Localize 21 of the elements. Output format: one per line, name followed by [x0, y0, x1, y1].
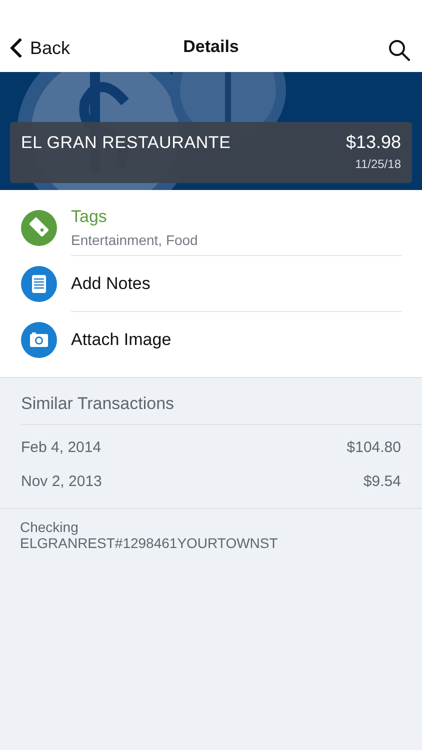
transaction-amount: $9.54 — [363, 473, 401, 490]
account-description: ELGRANREST#1298461YOURTOWNST — [20, 535, 279, 551]
account-name: Checking — [20, 519, 80, 535]
action-title: Attach Image — [71, 330, 172, 350]
section-title: Similar Transactions — [21, 394, 174, 413]
back-chevron-icon — [10, 38, 22, 58]
merchant-name: EL GRAN RESTAURANTE — [21, 133, 231, 154]
action-subtitle: Entertainment, Food — [71, 232, 199, 248]
page-title: Details — [183, 37, 239, 57]
search-icon[interactable] — [388, 39, 410, 61]
action-title: Add Notes — [71, 274, 152, 294]
transaction-amount: $13.98 — [346, 132, 401, 153]
transaction-amount: $104.80 — [346, 439, 401, 456]
back-button[interactable]: Back — [10, 38, 70, 58]
transaction-date: Feb 4, 2014 — [21, 439, 102, 456]
action-title: Tags — [71, 207, 108, 227]
action-item[interactable]: Attach Image — [21, 312, 402, 367]
action-item[interactable]: Tags Entertainment, Food — [21, 200, 402, 256]
transaction-date: 11/25/18 — [355, 157, 401, 171]
action-item[interactable]: Add Notes — [21, 256, 402, 312]
transaction-date: Nov 2, 2013 — [21, 473, 102, 490]
